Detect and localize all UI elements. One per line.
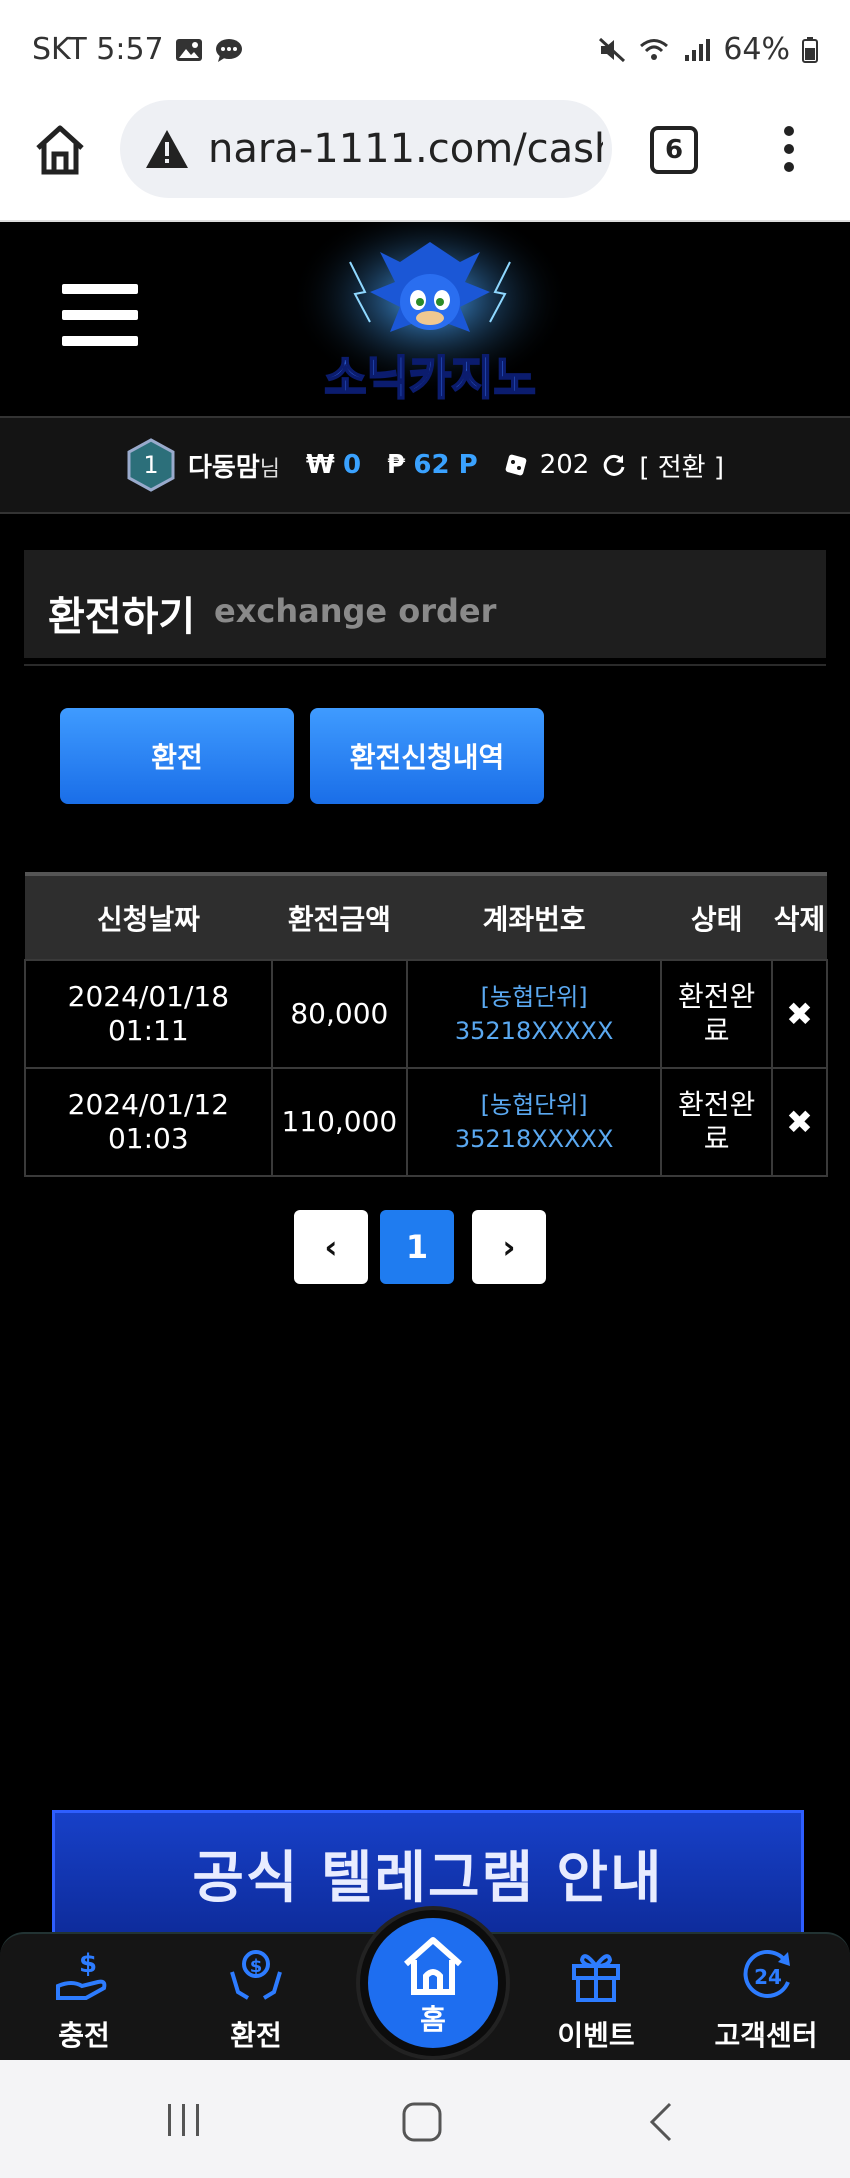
system-back-icon[interactable] [646,2100,676,2144]
next-page-button[interactable]: › [472,1210,546,1284]
charge-icon: $ [56,1949,107,2000]
svg-text:1: 1 [143,451,158,479]
user-info-bar: 1 다동맘님 ₩ 0 ₱ 62 P 202 [ 전환 ] [0,418,850,514]
warning-icon[interactable] [144,126,190,172]
hamburger-menu-icon[interactable] [62,284,138,350]
chip-icon [505,454,527,476]
status-bar: SKT 5:57 64% [0,0,850,100]
header-date: 신청날짜 [25,872,272,960]
site-header: 소닉카지노 [0,222,850,418]
header-delete: 삭제 [771,872,827,960]
cell-date: 2024/01/12 01:03 [24,1067,273,1177]
recent-apps-icon[interactable] [164,2100,204,2140]
system-nav-bar [0,2060,850,2178]
page-subtitle: exchange order [214,592,497,630]
nav-event[interactable]: 이벤트 [536,1942,656,2054]
cell-amount: 80,000 [270,959,409,1069]
svg-text:$: $ [250,1956,263,1977]
page-title-panel: 환전하기 exchange order [24,550,826,658]
exchange-history-button[interactable]: 환전신청내역 [310,708,544,804]
cell-status: 환전완 료 [660,1067,773,1177]
won-balance: ₩ 0 [306,450,362,480]
svg-text:$: $ [79,1949,97,1979]
site-logo[interactable]: 소닉카지노 [290,222,570,414]
browser-toolbar: nara-1111.com/cash_ 6 [0,100,850,222]
chat-icon [215,38,242,62]
battery-percent: 64% [723,32,790,67]
header-account: 계좌번호 [407,872,662,960]
signal-icon [685,38,711,61]
exchange-history-table: 신청날짜 환전금액 계좌번호 상태 삭제 2024/01/18 01:11 80,… [24,872,829,1177]
page-1-button[interactable]: 1 [380,1210,454,1284]
cell-status: 환전완 료 [660,959,773,1069]
home-icon [404,1937,462,1995]
username: 다동맘님 [187,452,280,483]
cell-date: 2024/01/18 01:11 [24,959,273,1069]
page-title: 환전하기 [48,594,196,640]
table-header-row: 신청날짜 환전금액 계좌번호 상태 삭제 [25,872,827,960]
url-bar[interactable]: nara-1111.com/cash_ [120,100,612,198]
nav-exchange[interactable]: $ 환전 [196,1942,316,2054]
logo-text: 소닉카지노 [324,351,536,405]
tab-switcher-button[interactable]: 6 [650,126,698,174]
browser-menu-icon[interactable] [782,126,796,176]
nav-charge[interactable]: $ 충전 [24,1942,144,2054]
header-amount: 환전금액 [271,872,408,960]
mute-icon [599,37,626,62]
wifi-icon [640,38,669,60]
convert-link[interactable]: [ 전환 ] [639,447,724,484]
chip-balance: 202 [539,450,590,480]
cell-amount: 110,000 [270,1067,409,1177]
divider [24,664,826,666]
level-badge-icon: 1 [127,438,175,492]
cell-account: [농협단위] 35218XXXXX [406,1067,663,1177]
prev-page-button[interactable]: ‹ [294,1210,368,1284]
battery-icon [802,36,818,63]
exchange-button[interactable]: 환전 [60,708,294,804]
gift-icon [572,1954,620,2002]
cell-account: [농협단위] 35218XXXXX [406,959,663,1069]
table-row: 2024/01/18 01:11 80,000 [농협단위] 35218XXXXX … [24,959,829,1069]
gallery-icon [175,38,202,61]
nav-support[interactable]: 24 고객센터 [706,1942,826,2054]
table-row: 2024/01/12 01:03 110,000 [농협단위] 35218XXXXX… [24,1067,829,1177]
support-24-icon: 24 [743,1949,790,1998]
nav-home[interactable]: 홈 [360,1910,506,2056]
browser-home-icon[interactable] [32,122,88,178]
svg-text:24: 24 [754,1965,782,1989]
system-home-icon[interactable] [400,2100,444,2144]
delete-icon[interactable]: ✖ [770,1067,829,1177]
exchange-icon: $ [230,1950,282,2000]
delete-icon[interactable]: ✖ [770,959,829,1069]
carrier-time: SKT 5:57 [32,32,164,67]
url-text[interactable]: nara-1111.com/cash_ [208,126,603,172]
header-status: 상태 [661,872,772,960]
banner-text: 공식 텔레그램 안내 [192,1846,664,1911]
point-balance: ₱ 62 P [387,450,478,480]
refresh-icon[interactable] [601,452,627,478]
